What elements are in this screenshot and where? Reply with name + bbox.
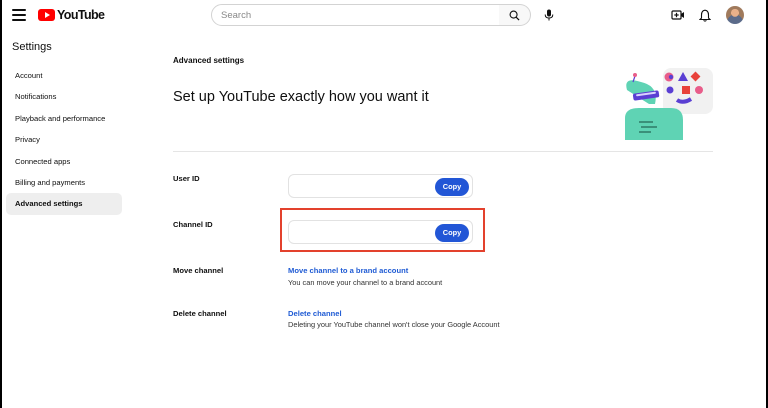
move-channel-description: You can move your channel to a brand acc… [288, 278, 443, 287]
settings-illustration [619, 66, 715, 144]
settings-page: YouTube Search Settings Account Notifica… [0, 0, 768, 408]
sidebar-item-playback[interactable]: Playback and performance [6, 108, 122, 129]
sidebar-item-notifications[interactable]: Notifications [6, 86, 122, 107]
main-content: Advanced settings Set up YouTube exactly… [173, 0, 713, 408]
sidebar: Account Notifications Playback and perfo… [6, 65, 122, 215]
user-id-field[interactable]: Copy [288, 174, 473, 198]
sidebar-item-advanced-settings[interactable]: Advanced settings [6, 193, 122, 215]
left-edge [0, 0, 2, 408]
move-channel-label: Move channel [173, 266, 224, 275]
delete-channel-label: Delete channel [173, 309, 227, 318]
logo-text: YouTube [57, 8, 105, 22]
menu-icon[interactable] [12, 9, 26, 21]
sidebar-item-privacy[interactable]: Privacy [6, 129, 122, 150]
channel-id-label: Channel ID [173, 220, 213, 229]
sidebar-item-billing[interactable]: Billing and payments [6, 172, 122, 193]
youtube-logo[interactable]: YouTube [38, 8, 105, 22]
highlight-box [280, 208, 485, 252]
divider [173, 151, 713, 152]
youtube-logo-icon [38, 9, 55, 21]
section-label: Advanced settings [173, 56, 245, 65]
sidebar-title: Settings [12, 41, 52, 53]
sidebar-item-connected-apps[interactable]: Connected apps [6, 151, 122, 172]
delete-channel-link[interactable]: Delete channel [288, 309, 342, 318]
sidebar-item-account[interactable]: Account [6, 65, 122, 86]
delete-channel-description: Deleting your YouTube channel won't clos… [288, 320, 500, 329]
user-id-label: User ID [173, 174, 200, 183]
robot-illustration-icon [625, 68, 713, 140]
move-channel-link[interactable]: Move channel to a brand account [288, 266, 408, 275]
copy-user-id-button[interactable]: Copy [435, 177, 469, 196]
page-headline: Set up YouTube exactly how you want it [173, 89, 429, 105]
avatar[interactable] [726, 6, 744, 24]
